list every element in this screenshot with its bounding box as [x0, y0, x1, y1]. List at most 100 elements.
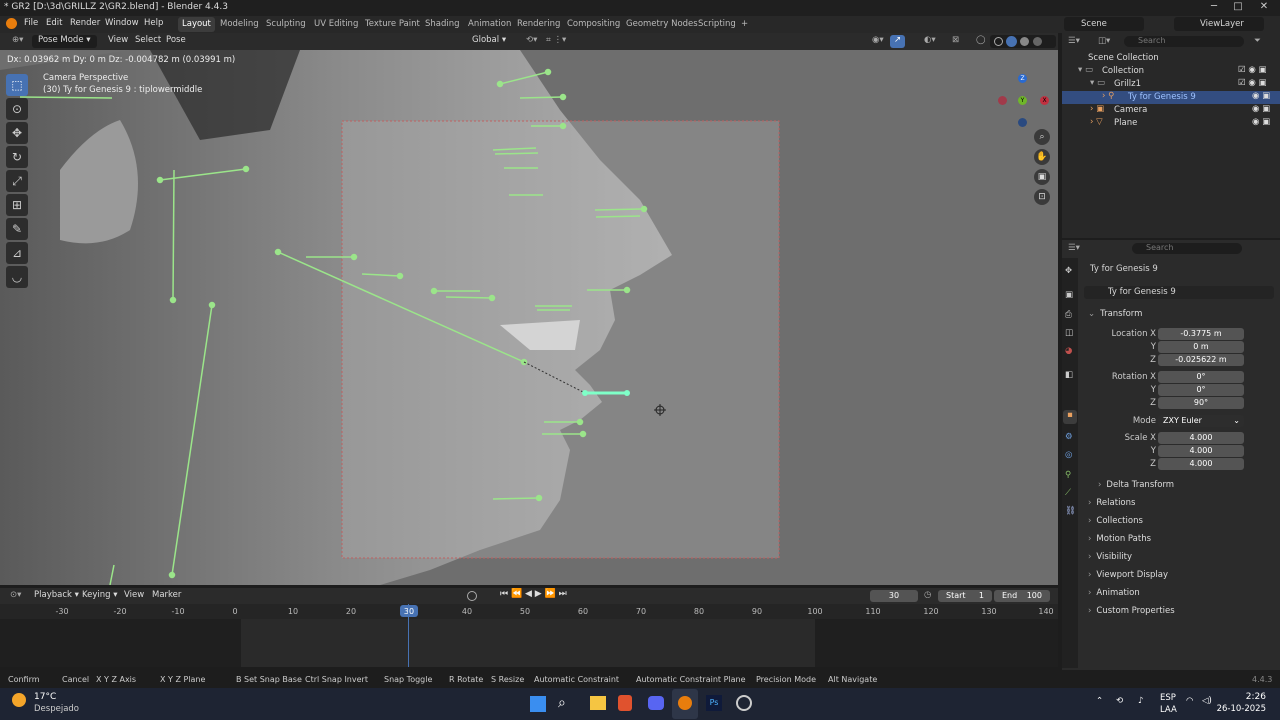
delta-transform-panel[interactable]: › Delta Transform: [1098, 480, 1174, 490]
rotate-icon[interactable]: ↻: [6, 146, 28, 168]
tab-sculpting[interactable]: Sculpting: [262, 17, 310, 32]
timeline-body[interactable]: [0, 604, 1058, 667]
material-shading-icon[interactable]: [1020, 37, 1029, 46]
gizmo-neg-x[interactable]: [998, 96, 1007, 105]
clock-time[interactable]: 2:26: [1226, 692, 1266, 702]
outliner-row-ty-for-genesis-9[interactable]: › ⚲ Ty for Genesis 9 ◉ ▣: [1062, 91, 1280, 104]
blender-taskbar-button[interactable]: [672, 689, 698, 719]
location-z-field[interactable]: -0.025622 m: [1158, 354, 1244, 366]
annotate-icon[interactable]: ✎: [6, 218, 28, 240]
brave-browser-icon[interactable]: [618, 695, 632, 711]
scale-z-field[interactable]: 4.000: [1158, 458, 1244, 470]
outliner-row-grillz1[interactable]: ▾ ▭ Grillz1 ☑ ◉ ▣: [1062, 78, 1280, 91]
custom-properties-panel[interactable]: › Custom Properties: [1088, 606, 1175, 616]
tab-uv-editing[interactable]: UV Editing: [310, 17, 362, 32]
object-tab-icon[interactable]: ▪: [1063, 410, 1077, 424]
tab-texture-paint[interactable]: Texture Paint: [361, 17, 424, 32]
transform-panel-header[interactable]: ⌄ Transform: [1088, 309, 1142, 319]
armature-data-tab-icon[interactable]: ⚲: [1065, 470, 1071, 480]
view-layer-selector[interactable]: ViewLayer: [1174, 17, 1264, 31]
xray-icon[interactable]: ⊠: [948, 35, 963, 48]
motion-paths-panel[interactable]: › Motion Paths: [1088, 534, 1151, 544]
zoom-icon[interactable]: ⌕: [1034, 129, 1050, 145]
scene-tab-icon[interactable]: ◕: [1065, 346, 1072, 356]
gizmo-z[interactable]: Z: [1018, 74, 1027, 83]
shading-buttons[interactable]: [990, 35, 1056, 48]
menu-view[interactable]: View: [104, 35, 132, 48]
world-tab-icon[interactable]: ◧: [1065, 370, 1073, 380]
maximize-button[interactable]: □: [1230, 1, 1246, 15]
visibility-eye-icon[interactable]: ◉ ▣: [1252, 104, 1270, 114]
display-mode-icon[interactable]: ◫▾: [1098, 36, 1110, 46]
bone-tab-icon[interactable]: ⟋: [1065, 488, 1071, 498]
outliner-row-scene-collection[interactable]: Scene Collection: [1062, 52, 1280, 65]
outliner-search[interactable]: Search: [1124, 36, 1244, 47]
clock-icon[interactable]: ◷: [924, 590, 931, 600]
visibility-eye-icon[interactable]: ◉ ▣: [1252, 117, 1270, 127]
tab-animation[interactable]: Animation: [464, 17, 515, 32]
menu-pose[interactable]: Pose: [162, 35, 190, 48]
tab-compositing[interactable]: Compositing: [563, 17, 624, 32]
tab-modeling[interactable]: Modeling: [216, 17, 263, 32]
camera-view-icon[interactable]: ▣: [1034, 169, 1050, 185]
filter-icon[interactable]: ⏷: [1254, 36, 1261, 46]
wifi-icon[interactable]: ◠: [1186, 696, 1193, 706]
bone-tool-icon[interactable]: ◡: [6, 266, 28, 288]
menu-select[interactable]: Select: [131, 35, 165, 48]
gizmo-neg-z[interactable]: [1018, 118, 1027, 127]
output-tab-icon[interactable]: ⎙: [1065, 310, 1072, 320]
outliner-row-collection[interactable]: ▾ ▭ Collection ☑ ◉ ▣: [1062, 65, 1280, 78]
tool-tab-icon[interactable]: ✥: [1065, 266, 1072, 276]
windows-start-icon[interactable]: [530, 696, 546, 712]
wireframe-icon[interactable]: [994, 37, 1003, 46]
3d-viewport[interactable]: Dx: 0.03962 m Dy: 0 m Dz: -0.004782 m (0…: [0, 50, 1058, 585]
tray-chevron-icon[interactable]: ⌃: [1096, 696, 1103, 706]
properties-editor-icon[interactable]: ☰▾: [1068, 243, 1080, 253]
collections-panel[interactable]: › Collections: [1088, 516, 1143, 526]
snap-icon[interactable]: ⌗ ⋮▾: [542, 35, 570, 48]
gizmo-toggle-icon[interactable]: ↗: [890, 35, 906, 48]
add-workspace-button[interactable]: +: [737, 17, 752, 32]
gizmo-x[interactable]: X: [1040, 96, 1049, 105]
scale-x-field[interactable]: 4.000: [1158, 432, 1244, 444]
rotation-mode-dropdown[interactable]: ZXY Euler ⌄: [1158, 415, 1244, 427]
discord-icon[interactable]: [648, 696, 664, 710]
visibility-eye-icon[interactable]: ☑ ◉ ▣: [1238, 78, 1266, 88]
editor-type-icon[interactable]: ⊕▾: [8, 35, 27, 48]
scene-selector[interactable]: Scene: [1064, 17, 1144, 31]
visibility-eye-icon[interactable]: ☑ ◉ ▣: [1238, 65, 1266, 75]
weather-icon[interactable]: [12, 693, 26, 707]
start-frame-field[interactable]: Start 1: [938, 590, 992, 602]
menu-file[interactable]: File: [24, 18, 38, 28]
close-button[interactable]: ✕: [1256, 1, 1272, 15]
outliner-editor-icon[interactable]: ☰▾: [1068, 36, 1080, 46]
rotation-z-field[interactable]: 90°: [1158, 397, 1244, 409]
steam-icon[interactable]: [736, 695, 752, 711]
view-layer-tab-icon[interactable]: ◫: [1065, 328, 1073, 338]
menu-help[interactable]: Help: [144, 18, 163, 28]
location-y-field[interactable]: 0 m: [1158, 341, 1244, 353]
sync-icon[interactable]: ⟲: [1116, 696, 1123, 706]
rotation-x-field[interactable]: 0°: [1158, 371, 1244, 383]
tab-layout[interactable]: Layout: [178, 17, 215, 32]
wireframe-shading-icon[interactable]: ◯: [972, 35, 990, 48]
outliner-row-camera[interactable]: › ▣ Camera ◉ ▣: [1062, 104, 1280, 117]
orientation-dropdown[interactable]: Global ▾: [468, 35, 510, 48]
viewport-display-panel[interactable]: › Viewport Display: [1088, 570, 1168, 580]
minimize-button[interactable]: ─: [1206, 1, 1222, 15]
transform-icon[interactable]: ⊞: [6, 194, 28, 216]
scale-y-field[interactable]: 4.000: [1158, 445, 1244, 457]
keying-menu[interactable]: Keying ▾: [78, 590, 122, 603]
gizmo-y[interactable]: Y: [1018, 96, 1027, 105]
cursor-icon[interactable]: ⊙: [6, 98, 28, 120]
microphone-icon[interactable]: ♪: [1138, 696, 1143, 706]
location-x-field[interactable]: -0.3775 m: [1158, 328, 1244, 340]
object-name-field[interactable]: Ty for Genesis 9: [1084, 286, 1274, 299]
tab-scripting[interactable]: Scripting: [694, 17, 740, 32]
timeline-editor-icon[interactable]: ⊙▾: [6, 590, 25, 603]
modifier-tab-icon[interactable]: ⚙: [1065, 432, 1073, 442]
tab-rendering[interactable]: Rendering: [513, 17, 564, 32]
playback-controls[interactable]: ⏮ ⏪ ◀ ▶ ⏩ ⏭: [496, 589, 571, 602]
menu-edit[interactable]: Edit: [46, 18, 62, 28]
outliner-row-plane[interactable]: › ▽ Plane ◉ ▣: [1062, 117, 1280, 130]
